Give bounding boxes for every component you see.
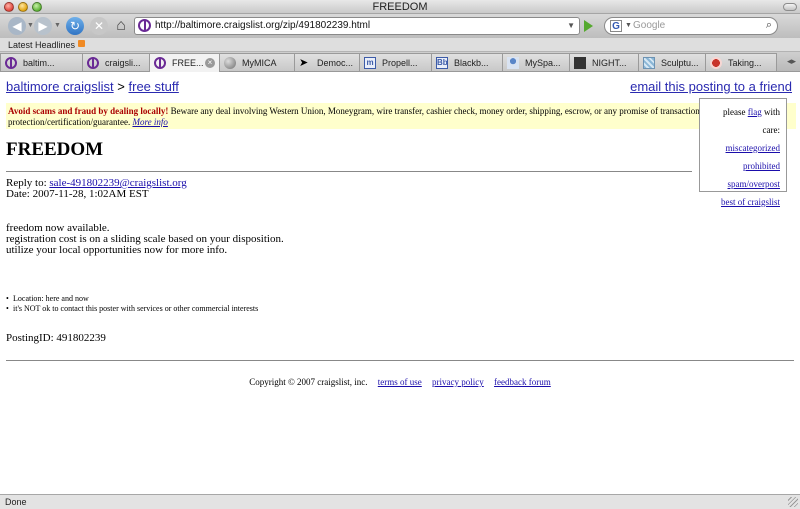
flag-best-of-link[interactable]: best of craigslist [721, 197, 780, 207]
tab-propell[interactable]: m Propell... [359, 53, 432, 71]
posting-date: Date: 2007-11-28, 1:02AM EST [6, 188, 149, 200]
rss-icon [78, 40, 86, 47]
page-footer: Copyright © 2007 craigslist, inc. terms … [0, 377, 800, 387]
tab-label: MySpa... [525, 58, 561, 68]
scam-warning-banner: Avoid scams and fraud by dealing locally… [6, 103, 796, 129]
search-engine-chevron-icon[interactable]: ▼ [625, 18, 632, 34]
reload-button[interactable]: ↻ [66, 17, 84, 35]
posting-meta: Reply to: sale-491802239@craigslist.org … [6, 178, 187, 200]
google-icon[interactable]: G [610, 20, 622, 32]
feedback-forum-link[interactable]: feedback forum [494, 377, 551, 387]
flag-prompt: please flag with care: [706, 103, 780, 139]
terms-of-use-link[interactable]: terms of use [378, 377, 422, 387]
posting-details-list: Location: here and now it's NOT ok to co… [6, 294, 258, 314]
url-text[interactable]: http://baltimore.craigslist.org/zip/4918… [155, 18, 370, 34]
divider [6, 171, 692, 172]
peace-icon [154, 57, 166, 69]
search-field[interactable]: G ▼ Google ⌕ [604, 17, 778, 35]
body-line: utilize your local opportunities now for… [6, 244, 228, 256]
back-history-chevron-icon[interactable]: ▼ [27, 22, 34, 29]
tab-label: Sculptu... [661, 58, 699, 68]
tab-mymica[interactable]: MyMICA [219, 53, 295, 71]
search-icon[interactable]: ⌕ [766, 19, 772, 32]
tab-taking[interactable]: Taking... [705, 53, 777, 71]
navigation-toolbar: ◀ ▼ ▶ ▼ ↻ ✕ ⌂ http://baltimore.craigslis… [0, 14, 800, 38]
flag-spam-link[interactable]: spam/overpost [728, 179, 781, 189]
tab-strip: baltim... craigsli... FREE... × MyMICA ➤… [0, 52, 800, 72]
resize-grip-icon[interactable] [788, 497, 798, 507]
flag-box: please flag with care: miscategorized pr… [699, 98, 787, 207]
flag-prefix: please [722, 107, 748, 117]
tab-label: FREE... [172, 58, 204, 68]
stop-button[interactable]: ✕ [90, 17, 108, 35]
crumb-site-link[interactable]: baltimore craigslist [6, 79, 114, 94]
tab-freedom[interactable]: FREE... × [149, 53, 220, 72]
box-icon: Bb [436, 57, 448, 69]
tab-label: Blackb... [454, 58, 489, 68]
search-placeholder[interactable]: Google [633, 18, 665, 34]
tab-label: craigsli... [105, 58, 141, 68]
tab-democ[interactable]: ➤ Democ... [294, 53, 360, 71]
tab-label: NIGHT... [592, 58, 627, 68]
tab-label: Propell... [382, 58, 418, 68]
window-title: FREEDOM [372, 1, 428, 13]
toolbar-toggle-button[interactable] [783, 3, 797, 11]
go-button[interactable] [584, 20, 593, 32]
flag-link[interactable]: flag [748, 107, 762, 117]
bookmarks-bar: Latest Headlines [0, 38, 800, 52]
peace-icon [138, 19, 151, 32]
posting-body: freedom now available. registration cost… [6, 223, 284, 256]
tab-craigslist[interactable]: craigsli... [82, 53, 150, 71]
back-button[interactable]: ◀ [8, 17, 26, 35]
tab-sculpture[interactable]: Sculptu... [638, 53, 706, 71]
tab-blackboard[interactable]: Bb Blackb... [431, 53, 503, 71]
flag-miscategorized-link[interactable]: miscategorized [726, 143, 780, 153]
posting-title: FREEDOM [6, 139, 104, 160]
tab-baltimore[interactable]: baltim... [0, 53, 83, 71]
red-icon [710, 57, 722, 69]
tab-overflow-icon[interactable]: ◂▸ [787, 56, 796, 67]
bookmark-latest-headlines[interactable]: Latest Headlines [8, 38, 86, 52]
tab-label: MyMICA [242, 58, 277, 68]
peace-icon [87, 57, 99, 69]
cursor-icon: ➤ [299, 57, 309, 69]
bookmark-label: Latest Headlines [8, 40, 76, 50]
home-icon[interactable]: ⌂ [112, 17, 130, 35]
status-bar: Done [0, 494, 800, 509]
email-friend-link[interactable]: email this posting to a friend [630, 79, 792, 94]
box-icon: m [364, 57, 376, 69]
globe-icon [224, 57, 236, 69]
flag-prohibited-link[interactable]: prohibited [743, 161, 780, 171]
close-tab-icon[interactable]: × [205, 58, 215, 68]
window-titlebar: FREEDOM [0, 0, 800, 14]
address-bar[interactable]: http://baltimore.craigslist.org/zip/4918… [134, 17, 580, 35]
warning-headline: Avoid scams and fraud by dealing locally… [8, 106, 169, 116]
people-icon [507, 57, 519, 69]
url-history-chevron-icon[interactable]: ▼ [567, 18, 575, 34]
crumb-section-link[interactable]: free stuff [129, 79, 179, 94]
privacy-policy-link[interactable]: privacy policy [432, 377, 484, 387]
tab-label: Taking... [728, 58, 762, 68]
forward-history-chevron-icon[interactable]: ▼ [54, 22, 61, 29]
grid-icon [643, 57, 655, 69]
more-info-link[interactable]: More info [132, 117, 167, 127]
status-text: Done [5, 497, 27, 507]
tab-night[interactable]: NIGHT... [569, 53, 639, 71]
forward-button[interactable]: ▶ [34, 17, 52, 35]
location-item: Location: here and now [6, 294, 258, 304]
copyright: Copyright © 2007 craigslist, inc. [249, 377, 368, 387]
peace-icon [5, 57, 17, 69]
page-content: baltimore craigslist > free stuff email … [0, 73, 800, 493]
crumb-separator: > [117, 79, 125, 94]
dark-icon [574, 57, 586, 69]
divider [6, 360, 794, 361]
tab-label: baltim... [23, 58, 55, 68]
breadcrumb: baltimore craigslist > free stuff [6, 79, 179, 94]
tab-label: Democ... [317, 58, 354, 68]
contact-notice-item: it's NOT ok to contact this poster with … [6, 304, 258, 314]
flag-suffix: with care: [761, 107, 780, 135]
posting-id: PostingID: 491802239 [6, 332, 106, 344]
tab-myspace[interactable]: MySpa... [502, 53, 570, 71]
